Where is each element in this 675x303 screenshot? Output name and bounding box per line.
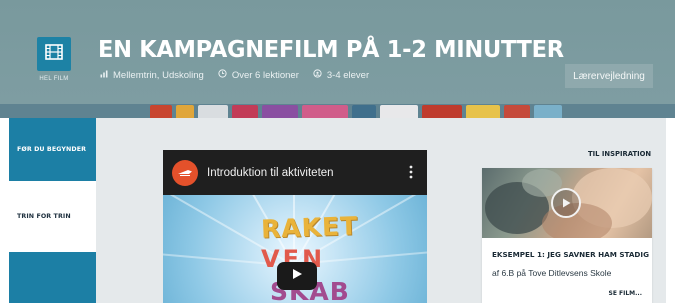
channel-avatar[interactable] (172, 159, 198, 186)
clock-icon (218, 69, 227, 81)
art-word-raket: RAKET (260, 211, 359, 244)
bar-chart-icon (100, 70, 108, 81)
meta-levels-text: Mellemtrin, Udskoling (113, 69, 204, 81)
meta-lessons: Over 6 lektioner (218, 69, 299, 81)
sidebar-item-step-by-step[interactable]: TRIN FOR TRIN (9, 181, 96, 252)
rocket-icon (177, 164, 193, 182)
page-header: HEL FILM EN KAMPAGNEFILM PÅ 1-2 MINUTTER… (0, 0, 675, 104)
main-content: Introduktion til aktiviteten RAKET VEN S… (96, 118, 666, 303)
decorative-banner-strip (0, 104, 675, 118)
meta-students: 3-4 elever (313, 69, 369, 81)
inspiration-card[interactable]: EKSEMPEL 1: JEG SAVNER HAM STADIG af 6.B… (482, 168, 652, 303)
video-player[interactable]: Introduktion til aktiviteten RAKET VEN S… (163, 150, 427, 303)
sidebar-item-next[interactable] (9, 252, 96, 303)
film-icon (44, 42, 64, 67)
inspiration-card-thumbnail[interactable] (482, 168, 652, 238)
film-logo (37, 37, 71, 71)
meta-students-text: 3-4 elever (326, 69, 370, 81)
sidebar: FØR DU BEGYNDER TRIN FOR TRIN (9, 118, 96, 303)
group-icon (313, 69, 322, 81)
play-icon (291, 267, 303, 285)
video-title[interactable]: Introduktion til aktiviteten (207, 167, 334, 179)
meta-lessons-text: Over 6 lektioner (231, 69, 299, 81)
inspiration-card-subtitle: af 6.B på Tove Ditlevsens Skole (492, 268, 612, 278)
inspiration-card-title[interactable]: EKSEMPEL 1: JEG SAVNER HAM STADIG (492, 250, 649, 259)
teacher-guide-button[interactable]: Lærervejledning (565, 64, 653, 88)
more-vertical-icon[interactable] (409, 165, 413, 184)
page-title: EN KAMPAGNEFILM PÅ 1-2 MINUTTER (98, 37, 564, 63)
inspiration-heading: TIL INSPIRATION (588, 150, 652, 158)
meta-levels: Mellemtrin, Udskoling (100, 70, 204, 81)
see-film-link[interactable]: SE FILM... (609, 290, 642, 297)
activity-meta: Mellemtrin, Udskoling Over 6 lektioner 3… (100, 69, 369, 81)
sidebar-item-before-you-start[interactable]: FØR DU BEGYNDER (9, 118, 96, 181)
video-thumbnail: RAKET VEN SKAB (163, 195, 427, 303)
logo-caption: HEL FILM (39, 76, 69, 82)
play-circle-icon[interactable] (551, 188, 581, 218)
video-title-bar: Introduktion til aktiviteten (163, 150, 427, 195)
video-play-button[interactable] (277, 262, 317, 290)
